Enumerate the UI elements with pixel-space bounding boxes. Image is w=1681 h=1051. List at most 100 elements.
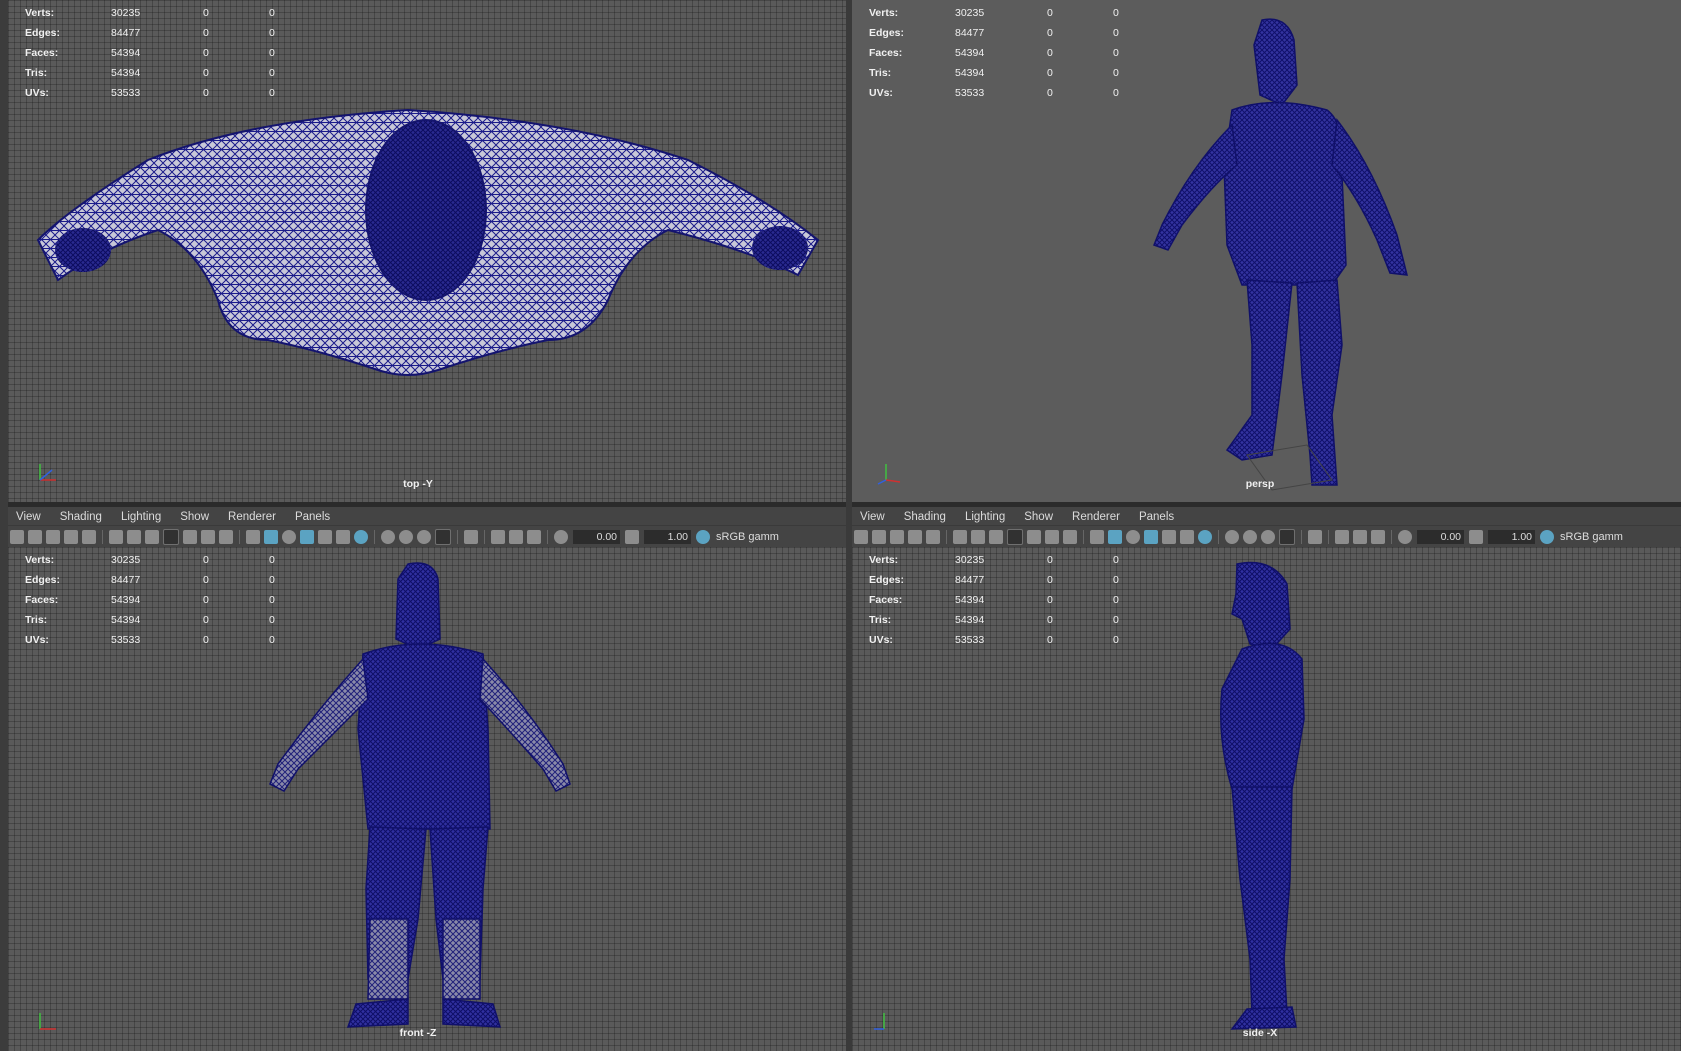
hud-row-faces: Faces: 54394 0 0 bbox=[25, 47, 275, 59]
safe-title-icon[interactable] bbox=[219, 530, 233, 544]
menu-shading[interactable]: Shading bbox=[52, 511, 113, 523]
wireframe-icon[interactable] bbox=[246, 530, 260, 544]
smooth-shade-icon[interactable] bbox=[1108, 530, 1122, 544]
menu-show[interactable]: Show bbox=[172, 511, 220, 523]
xray-components-icon[interactable] bbox=[527, 530, 541, 544]
image-plane-icon[interactable] bbox=[908, 530, 922, 544]
viewport-front[interactable]: Verts: 30235 0 0 Edges: 84477 0 0 Faces: 54394 0… bbox=[8, 547, 846, 1051]
panel-menubar-front: View Shading Lighting Show Renderer Pane… bbox=[8, 507, 846, 527]
menu-renderer[interactable]: Renderer bbox=[1064, 511, 1131, 523]
depth-of-field-icon[interactable] bbox=[435, 529, 451, 545]
safe-action-icon[interactable] bbox=[201, 530, 215, 544]
hud-row-verts: Verts: 30235 0 0 bbox=[25, 7, 275, 19]
isolate-select-icon[interactable] bbox=[464, 530, 478, 544]
character-mesh-top-view[interactable] bbox=[28, 100, 828, 400]
color-management-icon[interactable] bbox=[696, 530, 710, 544]
menu-show[interactable]: Show bbox=[1016, 511, 1064, 523]
motion-blur-icon[interactable] bbox=[1243, 530, 1257, 544]
separator bbox=[457, 530, 458, 544]
wireframe-icon[interactable] bbox=[1090, 530, 1104, 544]
film-gate-icon[interactable] bbox=[127, 530, 141, 544]
exposure-field[interactable]: 0.00 bbox=[573, 530, 620, 544]
grease-pencil-icon[interactable] bbox=[926, 530, 940, 544]
motion-blur-icon[interactable] bbox=[399, 530, 413, 544]
lights-icon[interactable] bbox=[1180, 530, 1194, 544]
separator bbox=[102, 530, 103, 544]
field-chart-icon[interactable] bbox=[183, 530, 197, 544]
gate-mask-icon[interactable] bbox=[1007, 529, 1023, 545]
grid-icon[interactable] bbox=[953, 530, 967, 544]
axis-gizmo-icon bbox=[874, 1013, 885, 1030]
menu-panels[interactable]: Panels bbox=[1131, 511, 1185, 523]
xray-icon[interactable] bbox=[1335, 530, 1349, 544]
hud-row-faces: Faces: 54394 0 0 bbox=[869, 47, 1119, 59]
default-material-icon[interactable] bbox=[282, 530, 296, 544]
camera-icon[interactable] bbox=[10, 530, 24, 544]
camera-attributes-icon[interactable] bbox=[872, 530, 886, 544]
bookmark-icon[interactable] bbox=[890, 530, 904, 544]
color-space-select[interactable]: sRGB gamm bbox=[1560, 531, 1623, 543]
menu-view[interactable]: View bbox=[8, 511, 52, 523]
viewport-side[interactable]: Verts: 30235 0 0 Edges: 84477 0 0 Faces: 54394 0… bbox=[852, 547, 1681, 1051]
camera-attributes-icon[interactable] bbox=[28, 530, 42, 544]
xray-icon[interactable] bbox=[491, 530, 505, 544]
lights-icon[interactable] bbox=[336, 530, 350, 544]
resolution-gate-icon[interactable] bbox=[145, 530, 159, 544]
wireframe-on-shaded-icon[interactable] bbox=[1144, 530, 1158, 544]
image-plane-icon[interactable] bbox=[64, 530, 78, 544]
gate-mask-icon[interactable] bbox=[163, 529, 179, 545]
viewport-top[interactable]: Verts: 30235 0 0 Edges: 84477 0 0 Faces: 54394 0… bbox=[8, 0, 846, 502]
hud-row-edges: Edges: 84477 0 0 bbox=[25, 27, 275, 39]
gamma-field[interactable]: 1.00 bbox=[1488, 530, 1535, 544]
shadows-icon[interactable] bbox=[354, 530, 368, 544]
hud-row-edges: Edges: 84477 0 0 bbox=[869, 574, 1119, 586]
anti-aliasing-icon[interactable] bbox=[417, 530, 431, 544]
wireframe-on-shaded-icon[interactable] bbox=[300, 530, 314, 544]
separator bbox=[374, 530, 375, 544]
film-gate-icon[interactable] bbox=[971, 530, 985, 544]
anti-aliasing-icon[interactable] bbox=[1261, 530, 1275, 544]
ambient-occlusion-icon[interactable] bbox=[381, 530, 395, 544]
ambient-occlusion-icon[interactable] bbox=[1225, 530, 1239, 544]
gamma-icon bbox=[1469, 530, 1483, 544]
separator bbox=[1301, 530, 1302, 544]
safe-action-icon[interactable] bbox=[1045, 530, 1059, 544]
safe-title-icon[interactable] bbox=[1063, 530, 1077, 544]
exposure-field[interactable]: 0.00 bbox=[1417, 530, 1464, 544]
grease-pencil-icon[interactable] bbox=[82, 530, 96, 544]
menu-view[interactable]: View bbox=[852, 511, 896, 523]
menu-panels[interactable]: Panels bbox=[287, 511, 341, 523]
textured-icon[interactable] bbox=[318, 530, 332, 544]
character-mesh-front-view[interactable] bbox=[258, 559, 598, 1039]
menu-shading[interactable]: Shading bbox=[896, 511, 957, 523]
depth-of-field-icon[interactable] bbox=[1279, 529, 1295, 545]
viewport-persp[interactable]: Verts: 30235 0 0 Edges: 84477 0 0 Faces: 54394 0… bbox=[852, 0, 1681, 502]
resolution-gate-icon[interactable] bbox=[989, 530, 1003, 544]
textured-icon[interactable] bbox=[1162, 530, 1176, 544]
gamma-field[interactable]: 1.00 bbox=[644, 530, 691, 544]
menu-lighting[interactable]: Lighting bbox=[957, 511, 1016, 523]
default-material-icon[interactable] bbox=[1126, 530, 1140, 544]
smooth-shade-icon[interactable] bbox=[264, 530, 278, 544]
character-mesh-persp-view[interactable] bbox=[1132, 15, 1432, 495]
menu-lighting[interactable]: Lighting bbox=[113, 511, 172, 523]
separator bbox=[1218, 530, 1219, 544]
isolate-select-icon[interactable] bbox=[1308, 530, 1322, 544]
color-space-select[interactable]: sRGB gamm bbox=[716, 531, 779, 543]
xray-components-icon[interactable] bbox=[1371, 530, 1385, 544]
panel-toolbar-side: 0.00 1.00 sRGB gamm bbox=[852, 525, 1681, 548]
exposure-icon bbox=[1398, 530, 1412, 544]
viewport-divider-vertical[interactable] bbox=[846, 0, 852, 1051]
character-mesh-side-view[interactable] bbox=[1192, 559, 1332, 1039]
camera-icon[interactable] bbox=[854, 530, 868, 544]
menu-renderer[interactable]: Renderer bbox=[220, 511, 287, 523]
shadows-icon[interactable] bbox=[1198, 530, 1212, 544]
gamma-icon bbox=[625, 530, 639, 544]
color-management-icon[interactable] bbox=[1540, 530, 1554, 544]
axis-gizmo-icon bbox=[39, 464, 56, 481]
xray-joints-icon[interactable] bbox=[1353, 530, 1367, 544]
field-chart-icon[interactable] bbox=[1027, 530, 1041, 544]
grid-icon[interactable] bbox=[109, 530, 123, 544]
bookmark-icon[interactable] bbox=[46, 530, 60, 544]
xray-joints-icon[interactable] bbox=[509, 530, 523, 544]
